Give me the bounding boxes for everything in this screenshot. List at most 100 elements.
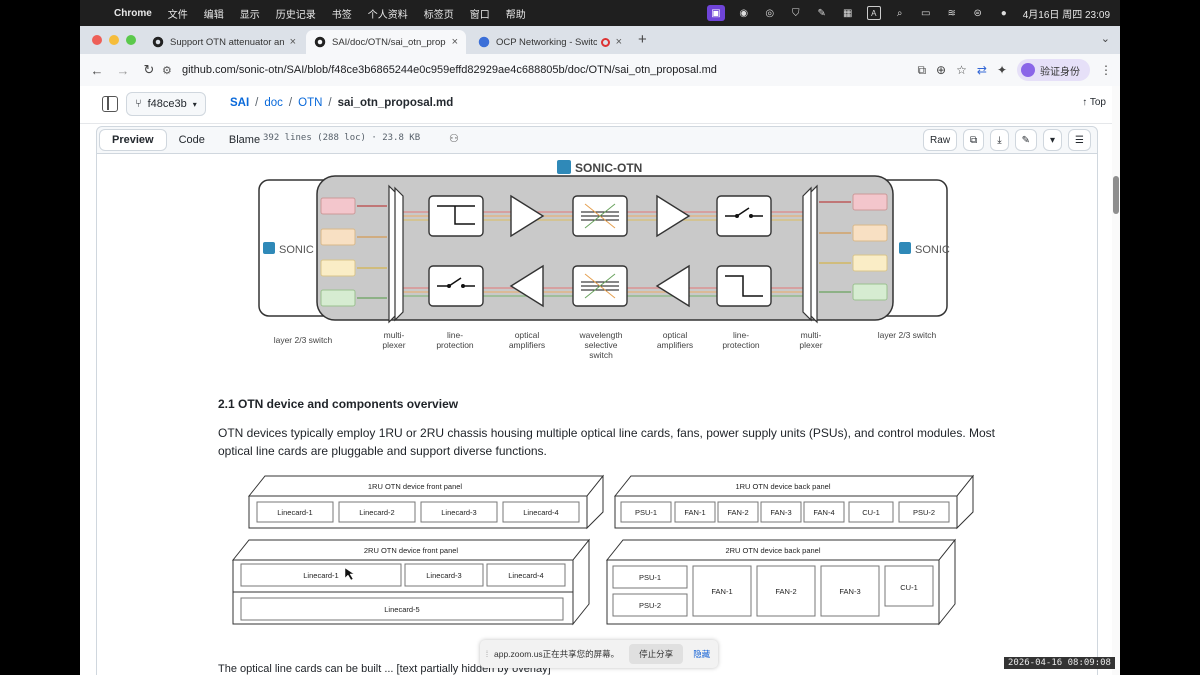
profile-button[interactable]: 验证身份 (1017, 59, 1090, 81)
menu-help[interactable]: 帮助 (498, 6, 534, 21)
slot-label: FAN-4 (813, 508, 834, 517)
slot-label: PSU-1 (635, 508, 657, 517)
hide-button[interactable]: 隐藏 (693, 648, 710, 660)
slot-label: PSU-2 (913, 508, 935, 517)
spotlight-icon[interactable]: ⌕ (893, 6, 907, 20)
crumb-doc[interactable]: doc (264, 97, 283, 109)
slot-label: Linecard-2 (359, 508, 394, 517)
menu-history[interactable]: 历史记录 (268, 6, 324, 21)
translate-icon[interactable]: ⇄ (977, 63, 987, 77)
menu-window[interactable]: 窗口 (462, 6, 498, 21)
panel-1ru-back: 1RU OTN device back panel PSU-1 FAN-1 FA… (613, 474, 975, 530)
tab-ocp-networking[interactable]: OCP Networking - Switch × (470, 30, 630, 54)
tab-search-chevron-icon[interactable]: ⌄ (1101, 32, 1110, 45)
menu-file[interactable]: 文件 (160, 6, 196, 21)
copilot-icon[interactable]: ⚇ (449, 132, 459, 145)
crumb-file: sai_otn_proposal.md (337, 97, 454, 109)
shield-icon[interactable]: ⛉ (789, 6, 803, 20)
zoom-share-bar: ⁞ app.zoom.us正在共享您的屏幕。 停止分享 隐藏 (480, 640, 718, 668)
extensions-icon[interactable]: ✦ (997, 63, 1007, 77)
panel-2ru-back: 2RU OTN device back panel PSU-1 PSU-2 FA… (605, 538, 957, 626)
back-button[interactable]: ← (84, 63, 110, 78)
grid-icon[interactable]: ▦ (841, 6, 855, 20)
copy-icon[interactable]: ⧉ (963, 129, 985, 151)
branch-name: f48ce3b (147, 98, 187, 110)
status-icon[interactable]: ◎ (763, 6, 777, 20)
close-tab-icon[interactable]: × (290, 36, 296, 48)
url-text[interactable]: github.com/sonic-otn/SAI/blob/f48ce3b686… (182, 64, 717, 76)
stop-share-button[interactable]: 停止分享 (629, 644, 684, 664)
zoom-window-button[interactable] (126, 35, 136, 45)
top-button[interactable]: ↑ Top (1082, 97, 1106, 108)
sonic-otn-diagram: SONIC-OTN SONIC SONIC layer 2/3 switch m… (258, 160, 950, 360)
slot-label: FAN-1 (684, 508, 705, 517)
kebab-menu-icon[interactable]: ⋮ (1100, 63, 1112, 77)
raw-button[interactable]: Raw (923, 129, 958, 151)
record-icon[interactable]: ◉ (737, 6, 751, 20)
close-tab-icon[interactable]: × (452, 36, 458, 48)
tab-sai-otn-proposal[interactable]: SAI/doc/OTN/sai_otn_propos × (306, 30, 466, 54)
zoom-icon[interactable]: ⊕ (936, 63, 946, 77)
slot-label: Linecard-1 (303, 571, 338, 580)
drag-handle-icon[interactable]: ⁞ (480, 649, 494, 659)
forward-button[interactable]: → (110, 63, 136, 78)
menu-profiles[interactable]: 个人资料 (360, 6, 416, 21)
crumb-sai[interactable]: SAI (230, 97, 249, 109)
slot-label: Linecard-3 (426, 571, 461, 580)
battery-icon[interactable]: ▭ (919, 6, 933, 20)
github-page: ⑂ f48ce3b ▾ SAI / doc / OTN / sai_otn_propo… (80, 86, 1120, 675)
close-window-button[interactable] (92, 35, 102, 45)
tab-preview[interactable]: Preview (99, 129, 167, 151)
port-yellow (320, 259, 356, 277)
screen-share-icon[interactable]: ▣ (707, 5, 725, 21)
label-lp-left-1: line- (447, 330, 463, 340)
more-chevron-icon[interactable]: ▾ (1043, 129, 1063, 151)
minimize-window-button[interactable] (109, 35, 119, 45)
toolbar-actions: ⧉ ⊕ ☆ ⇄ ✦ 验证身份 ⋮ (917, 58, 1112, 82)
input-method-icon[interactable]: A (866, 6, 881, 20)
control-center-icon[interactable]: ⊜ (971, 6, 985, 20)
toggle-sidebar-icon[interactable] (102, 96, 118, 112)
sonic-otn-logo: SONIC-OTN (557, 160, 642, 175)
label-mux-left-1: multi- (384, 330, 405, 340)
panel-title: 1RU OTN device back panel (735, 482, 830, 491)
slot-label: FAN-1 (711, 587, 732, 596)
crumb-otn[interactable]: OTN (298, 97, 322, 109)
outline-list-icon[interactable]: ☰ (1068, 129, 1091, 151)
menu-app-name[interactable]: Chrome (106, 8, 160, 19)
cast-icon[interactable]: ⧉ (917, 63, 926, 78)
wifi-icon[interactable]: ≋ (945, 6, 959, 20)
download-icon[interactable]: ⤓ (990, 129, 1009, 151)
tab-support-otn[interactable]: Support OTN attenuator and × (144, 30, 304, 54)
siri-icon[interactable]: ● (997, 6, 1011, 20)
close-tab-icon[interactable]: × (616, 36, 622, 48)
edit-pencil-icon[interactable]: ✎ (1014, 129, 1037, 151)
address-bar[interactable]: ⚙ github.com/sonic-otn/SAI/blob/f48ce3b6… (162, 58, 877, 82)
slot-label: FAN-3 (770, 508, 791, 517)
page-scrollbar[interactable] (1112, 86, 1120, 675)
tab-title: OCP Networking - Switch (496, 36, 597, 48)
scrollbar-thumb[interactable] (1113, 176, 1119, 214)
section-paragraph: OTN devices typically employ 1RU or 2RU … (218, 426, 995, 458)
sonic-right-label: SONIC (915, 244, 950, 256)
branch-selector[interactable]: ⑂ f48ce3b ▾ (126, 92, 206, 116)
menubar-clock[interactable]: 4月16日 周四 23:09 (1023, 6, 1110, 21)
tab-code[interactable]: Code (167, 129, 217, 151)
menu-bookmarks[interactable]: 书签 (324, 6, 360, 21)
new-tab-button[interactable]: + (638, 31, 647, 48)
branch-icon: ⑂ (135, 98, 142, 110)
share-message: app.zoom.us正在共享您的屏幕。 (494, 649, 620, 659)
bookmark-star-icon[interactable]: ☆ (956, 63, 967, 77)
menu-view[interactable]: 显示 (232, 6, 268, 21)
diagram-labels: layer 2/3 switch multi- plexer line- pro… (274, 330, 937, 360)
site-info-icon[interactable]: ⚙ (162, 64, 182, 77)
reload-button[interactable]: ↻ (136, 62, 162, 78)
label-wss-1: wavelength (578, 330, 622, 340)
menu-tabs[interactable]: 标签页 (416, 6, 462, 21)
slot-label: Linecard-5 (384, 605, 419, 614)
label-lp-left-2: protection (436, 340, 474, 350)
menu-edit[interactable]: 编辑 (196, 6, 232, 21)
pen-icon[interactable]: ✎ (815, 6, 829, 20)
label-wss-2: selective (584, 340, 617, 350)
port-peach (320, 228, 356, 246)
